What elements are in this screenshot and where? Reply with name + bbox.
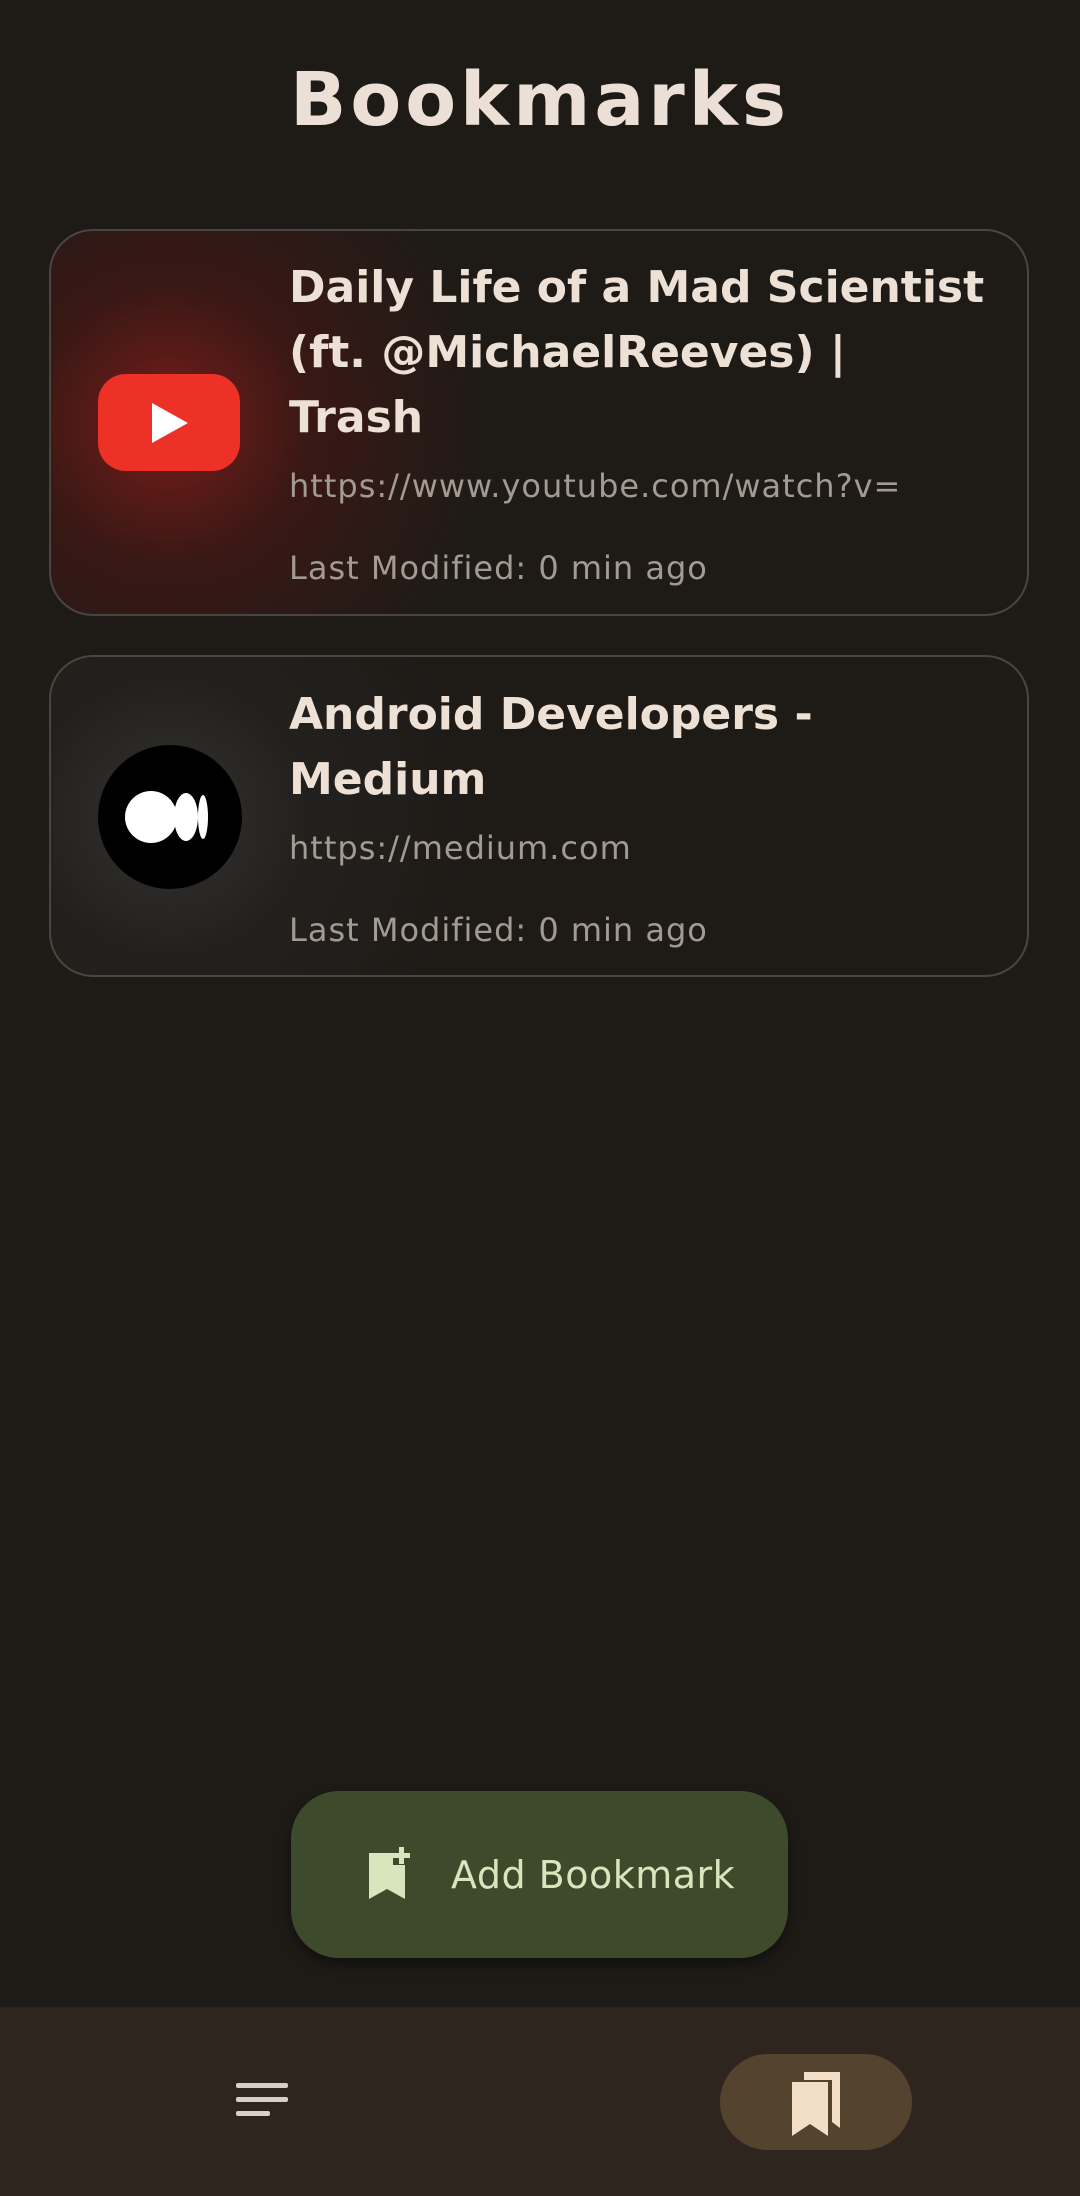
bookmarks-icon <box>792 2072 840 2136</box>
bookmarks-screen: Bookmarks Daily Life of a Mad Scientist … <box>0 0 1080 2196</box>
bookmark-url: https://www.youtube.com/watch?v= <box>289 467 902 505</box>
bookmark-title: Android Developers - Medium <box>289 689 813 805</box>
bookmark-card[interactable]: Android Developers - Medium https://medi… <box>49 655 1029 977</box>
bookmark-modified: Last Modified: 0 min ago <box>289 549 708 587</box>
bookmark-card[interactable]: Daily Life of a Mad Scientist (ft. @Mich… <box>49 229 1029 616</box>
bookmark-modified: Last Modified: 0 min ago <box>289 911 708 949</box>
bookmark-thumbnail <box>98 745 242 889</box>
add-bookmark-button[interactable]: Add Bookmark <box>291 1791 788 1958</box>
bookmark-info: Android Developers - Medium https://medi… <box>289 682 987 952</box>
page-title: Bookmarks <box>289 57 791 143</box>
menu-icon <box>236 2083 288 2116</box>
nav-item-bookmarks[interactable] <box>720 2054 912 2150</box>
medium-icon <box>98 745 242 889</box>
add-bookmark-label: Add Bookmark <box>451 1852 736 1897</box>
bookmark-thumbnail <box>98 374 240 471</box>
bookmark-info: Daily Life of a Mad Scientist (ft. @Mich… <box>289 255 987 590</box>
bookmark-title: Daily Life of a Mad Scientist (ft. @Mich… <box>289 262 985 443</box>
bookmark-url: https://medium.com <box>289 829 632 867</box>
bookmark-add-icon <box>369 1846 410 1899</box>
bottom-navigation <box>0 2007 1080 2196</box>
youtube-icon <box>98 374 240 471</box>
nav-item-menu[interactable] <box>232 2077 292 2127</box>
